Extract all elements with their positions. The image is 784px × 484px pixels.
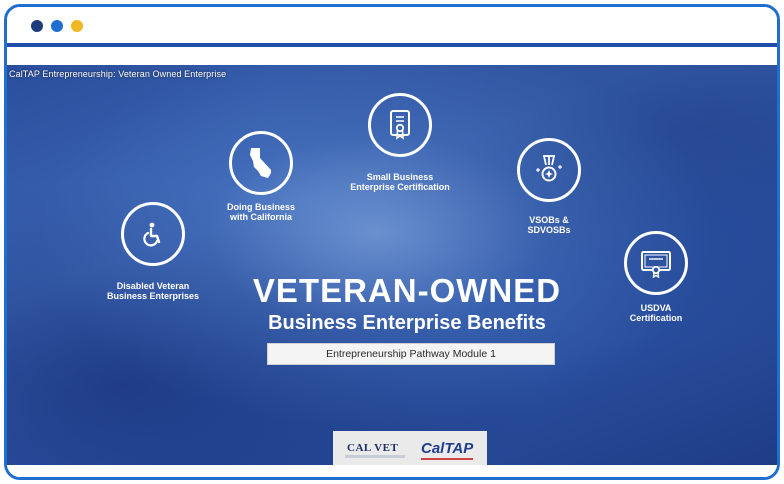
certificate-icon [390,110,410,140]
calvet-logo: CAL VET [347,442,399,454]
vsobs-circle [517,138,581,202]
window-dot-2[interactable] [51,20,63,32]
label-line: Enterprise Certification [350,182,450,192]
video-title: CalTAP Entrepreneurship: Veteran Owned E… [9,69,227,79]
label-line: Business Enterprises [106,291,200,301]
window-titlebar [7,7,777,45]
header-divider [7,43,777,47]
bottom-area [7,465,777,477]
medal-icon [536,155,562,182]
usdva-circle [624,231,688,295]
module-label: Entrepreneurship Pathway Module 1 [267,343,555,365]
caltap-logo-subtext [421,458,473,460]
sub-title: Business Enterprise Benefits [268,312,546,334]
disabled-veteran-label: Disabled Veteran Business Enterprises [88,281,218,301]
label-line: VSOBs & [529,215,569,225]
california-circle [229,131,293,195]
label-line: Small Business [366,172,434,182]
label-line: USDVA [640,303,672,313]
label-line: with California [229,212,292,222]
usdva-label: USDVA Certification [591,303,721,323]
wheelchair-icon [143,222,161,247]
window-dot-3[interactable] [71,20,83,32]
video-player[interactable]: CalTAP Entrepreneurship: Veteran Owned E… [7,65,777,465]
diploma-icon [641,251,671,278]
small-business-circle [368,93,432,157]
caltap-logo: CalTAP [421,440,474,457]
vsobs-label: VSOBs & SDVOSBs [484,215,614,235]
label-line: SDVOSBs [527,225,571,235]
small-business-label: Small Business Enterprise Certification [335,172,465,192]
california-label: Doing Business with California [196,202,326,222]
label-line: Doing Business [226,202,295,212]
window-dot-1[interactable] [31,20,43,32]
disabled-veteran-circle [121,202,185,266]
label-line: Disabled Veteran [116,281,190,291]
label-line: Certification [629,313,683,323]
california-map-icon [250,148,271,178]
browser-window: CalTAP Entrepreneurship: Veteran Owned E… [4,4,780,480]
calvet-logo-subtext [345,455,405,458]
logo-strip: CAL VET CalTAP [333,431,487,465]
main-title: VETERAN-OWNED [252,272,562,309]
